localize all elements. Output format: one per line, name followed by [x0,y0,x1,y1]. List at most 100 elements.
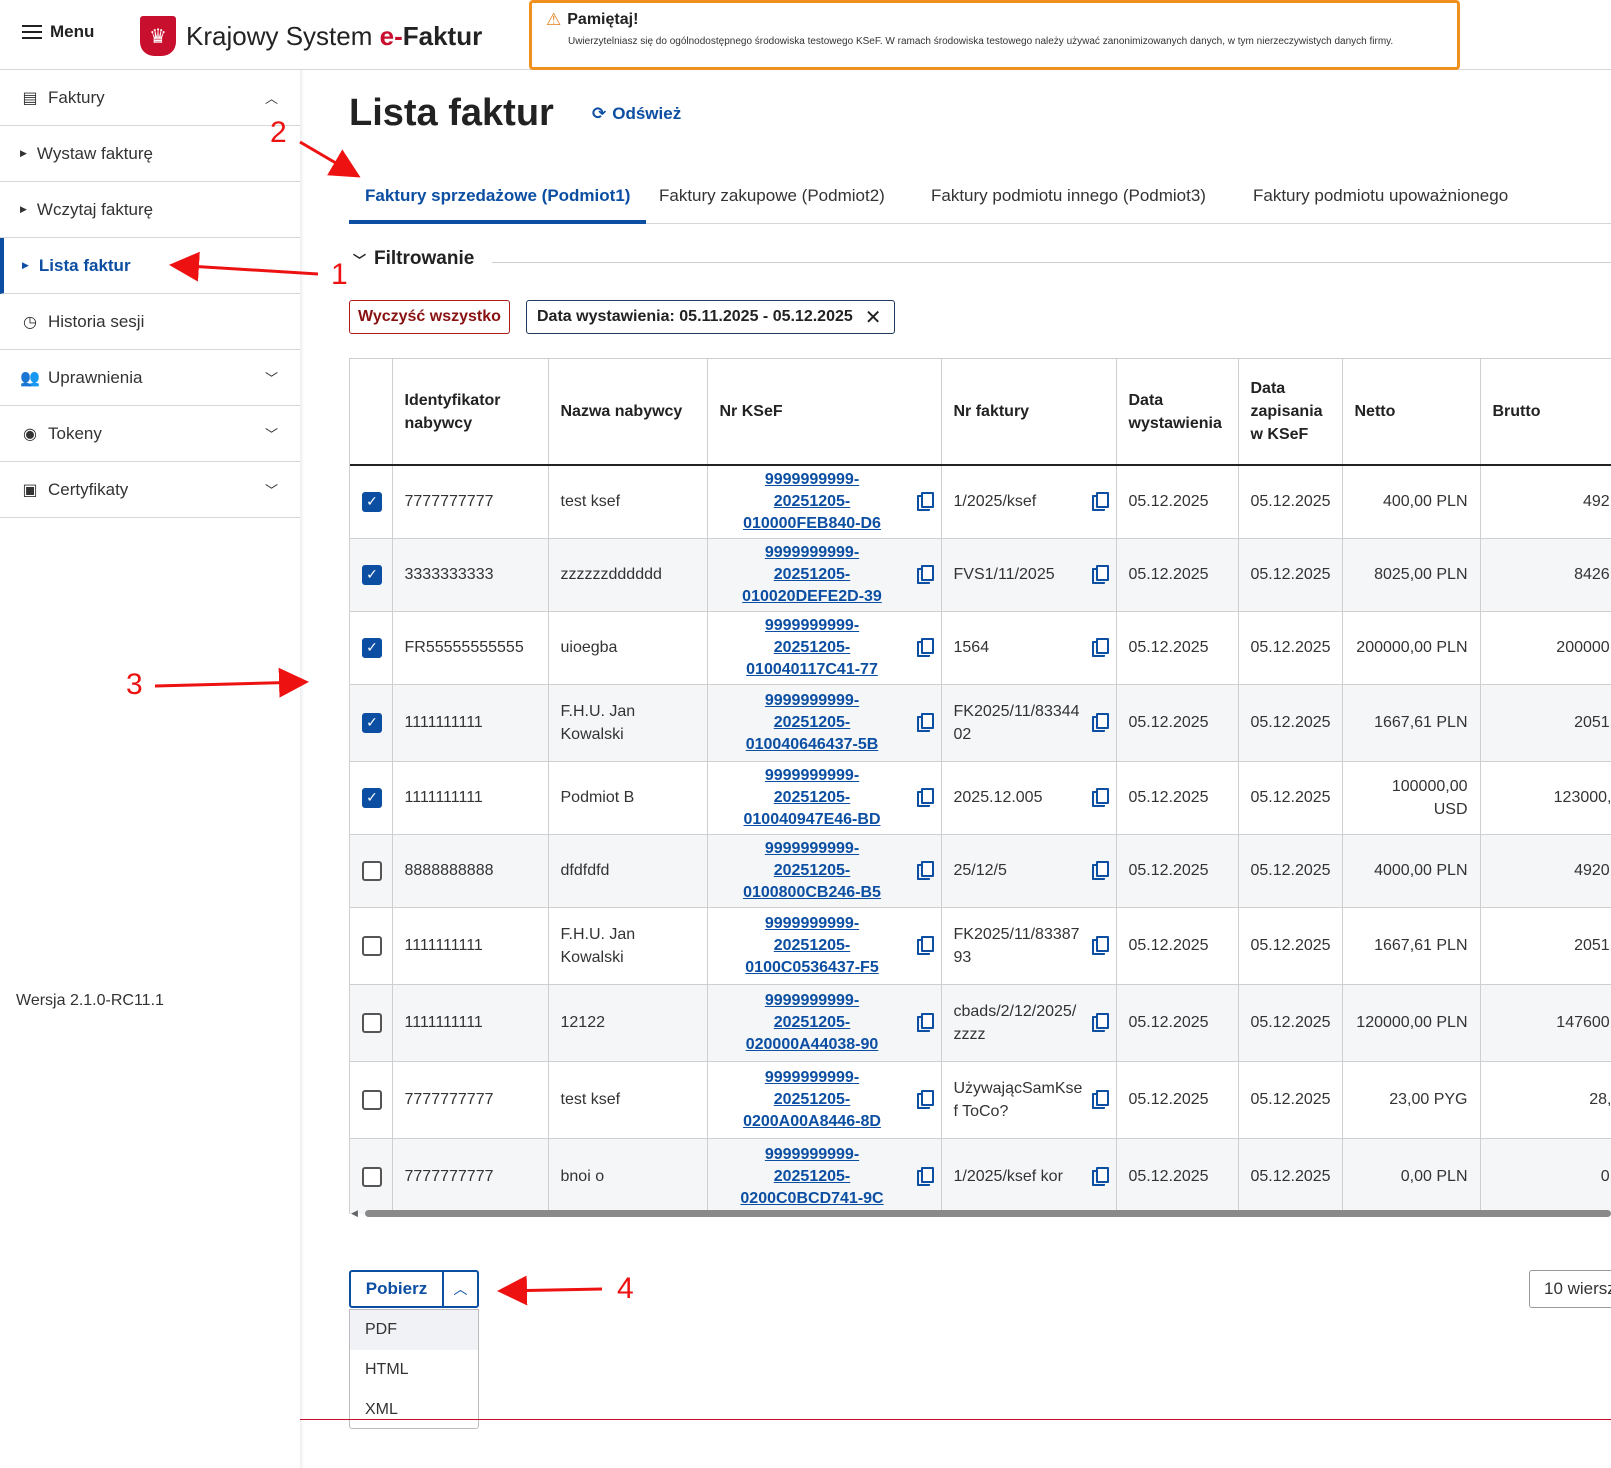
copy-icon[interactable] [1091,1166,1110,1187]
row-checkbox[interactable] [362,860,382,881]
ksef-number-link[interactable]: 9999999999- 20251205- 0100800CB246-B5 [720,838,929,904]
ksef-number-link[interactable]: 9999999999- 20251205- 010040646437-5B [720,690,929,756]
ksef-number-link[interactable]: 9999999999- 20251205- 010000FEB840-D6 [720,469,929,535]
ksef-number-link[interactable]: 9999999999- 20251205- 0100C0536437-F5 [720,913,929,979]
issue-date-cell: 05.12.2025 [1116,907,1239,985]
download-button[interactable]: Pobierz ︿ [349,1270,479,1308]
table-row[interactable]: 7777777777 bnoi o 9999999999- 20251205- 0200… [350,1138,1611,1214]
menu-item-xml[interactable]: XML [350,1390,478,1430]
copy-icon[interactable] [916,787,935,808]
eagle-emblem-icon: ♛ [140,16,176,56]
horizontal-scrollbar[interactable]: ◀ [349,1207,1611,1219]
copy-icon[interactable] [916,1089,935,1110]
copy-icon[interactable] [916,564,935,585]
column-header[interactable]: Brutto [1480,359,1611,466]
tab-podmiotu-innego[interactable]: Faktury podmiotu innego (Podmiot3) [931,174,1206,224]
sidebar-item-lista-faktur[interactable]: ▶ Lista faktur [0,238,300,294]
copy-icon[interactable] [1091,637,1110,658]
copy-icon[interactable] [1091,1089,1110,1110]
row-checkbox[interactable] [362,1089,382,1110]
table-row[interactable]: ✓ FR55555555555 uioegba 9999999999- 20251205… [350,611,1611,685]
tab-sprzedazowe[interactable]: Faktury sprzedażowe (Podmiot1) [349,174,647,224]
certificate-icon: ▣ [22,481,38,499]
copy-icon[interactable] [1091,935,1110,956]
rows-per-page-select[interactable]: 10 wierszy [1529,1270,1611,1308]
table-row[interactable]: ✓ 3333333333 zzzzzzdddddd 9999999999- 202512… [350,538,1611,612]
column-header[interactable]: Identyfikator nabywcy [392,359,549,466]
sidebar-item-faktury[interactable]: ▤ Faktury ︿ [0,70,300,126]
tab-zakupowe[interactable]: Faktury zakupowe (Podmiot2) [659,174,885,224]
table-row[interactable]: ✓ 7777777777 test ksef 9999999999- 20251205-… [350,465,1611,539]
ksef-number-link[interactable]: 9999999999- 20251205- 010040947E46-BD [720,765,929,831]
table-row[interactable]: ✓ 1111111111 F.H.U. Jan Kowalski 9999999999… [350,684,1611,762]
row-checkbox[interactable]: ✓ [362,787,382,808]
filter-toggle[interactable]: ﹀ Filtrowanie [353,248,474,270]
copy-icon[interactable] [916,860,935,881]
refresh-button[interactable]: ⟳ Odśwież [592,104,681,124]
ksef-number-link[interactable]: 9999999999- 20251205- 0200A00A8446-8D [720,1067,929,1133]
tab-podmiotu-upowaznionego[interactable]: Faktury podmiotu upoważnionego [1253,174,1508,224]
row-checkbox[interactable]: ✓ [362,564,382,585]
ksef-number-link[interactable]: 9999999999- 20251205- 010020DEFE2D-39 [720,542,929,608]
invoice-table: Identyfikator nabywcy Nazwa nabywcy Nr K… [350,359,1611,1214]
copy-icon[interactable] [916,491,935,512]
ksef-number-link[interactable]: 9999999999- 20251205- 020000A44038-90 [720,990,929,1056]
logo-text: Krajowy System e-Faktur [186,20,483,51]
row-checkbox[interactable]: ✓ [362,712,382,733]
copy-icon[interactable] [916,712,935,733]
column-header[interactable]: Nr faktury [941,359,1117,466]
close-icon[interactable]: ✕ [865,305,882,330]
copy-icon[interactable] [1091,787,1110,808]
row-checkbox[interactable]: ✓ [362,637,382,658]
copy-icon[interactable] [1091,712,1110,733]
menu-item-pdf[interactable]: PDF [350,1310,478,1350]
table-row[interactable]: 1111111111 F.H.U. Jan Kowalski 9999999999-… [350,907,1611,985]
copy-icon[interactable] [916,1012,935,1033]
row-checkbox[interactable] [362,935,382,956]
copy-icon[interactable] [1091,860,1110,881]
sidebar-item-historia[interactable]: ◷ Historia sesji [0,294,300,350]
column-header[interactable]: Nazwa nabywcy [548,359,708,466]
ksef-number-cell: 9999999999- 20251205- 0100C0536437-F5 [707,907,942,985]
row-checkbox[interactable] [362,1012,382,1033]
ksef-number-link[interactable]: 9999999999- 20251205- 010040117C41-77 [720,615,929,681]
sidebar-item-tokeny[interactable]: ◉ Tokeny ﹀ [0,406,300,462]
column-header[interactable]: Data wystawienia [1116,359,1239,466]
copy-icon[interactable] [1091,491,1110,512]
table-row[interactable]: 7777777777 test ksef 9999999999- 20251205- 0… [350,1061,1611,1139]
scroll-left-icon[interactable]: ◀ [351,1208,358,1219]
column-header[interactable]: Nr KSeF [707,359,942,466]
row-checkbox[interactable]: ✓ [362,491,382,512]
saved-date-cell: 05.12.2025 [1238,907,1343,985]
table-row[interactable]: 1111111111 12122 9999999999- 20251205- 02000… [350,984,1611,1062]
sidebar-item-certyfikaty[interactable]: ▣ Certyfikaty ﹀ [0,462,300,518]
sidebar-item-uprawnienia[interactable]: 👥 Uprawnienia ﹀ [0,350,300,406]
copy-icon[interactable] [916,637,935,658]
issue-date-cell: 05.12.2025 [1116,984,1239,1062]
row-checkbox[interactable] [362,1166,382,1187]
table-row[interactable]: ✓ 1111111111 Podmiot B 9999999999- 20251205-… [350,761,1611,835]
sidebar-item-wystaw[interactable]: ▶ Wystaw fakturę [0,126,300,182]
copy-icon[interactable] [1091,1012,1110,1033]
gross-amount-cell: 2051,00 PLN [1480,907,1611,985]
buyer-name-cell: test ksef [548,1061,708,1139]
column-header[interactable]: Netto [1342,359,1481,466]
menu-item-html[interactable]: HTML [350,1350,478,1390]
scrollbar-thumb[interactable] [365,1210,1611,1217]
copy-icon[interactable] [916,1166,935,1187]
copy-icon[interactable] [916,935,935,956]
copy-icon[interactable] [1091,564,1110,585]
app-logo[interactable]: ♛ Krajowy System e-Faktur [140,16,482,56]
warning-icon: ⚠ [546,10,562,29]
sidebar-item-wczytaj[interactable]: ▶ Wczytaj fakturę [0,182,300,238]
clear-all-button[interactable]: Wyczyść wszystko [349,300,510,334]
column-header[interactable]: Data zapisania w KSeF [1238,359,1343,466]
download-label[interactable]: Pobierz [351,1272,444,1306]
menu-button[interactable]: Menu [22,22,94,42]
ksef-number-link[interactable]: 9999999999- 20251205- 0200C0BCD741-9C [720,1144,929,1210]
ksef-number-cell: 9999999999- 20251205- 010040947E46-BD [707,761,942,835]
buyer-id-cell: 1111111111 [392,907,549,985]
table-row[interactable]: 8888888888 dfdfdfd 9999999999- 20251205- 010… [350,834,1611,908]
annotation-arrow-4 [497,1275,603,1306]
chevron-up-icon[interactable]: ︿ [444,1272,477,1306]
